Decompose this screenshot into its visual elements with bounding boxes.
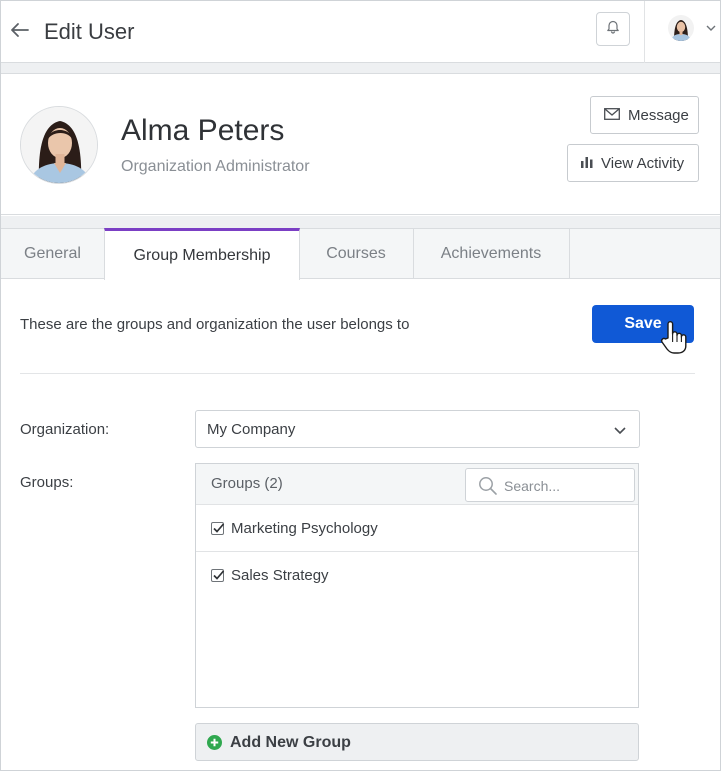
groups-panel-header: Groups (2): [196, 464, 638, 505]
group-search[interactable]: [465, 468, 635, 502]
bar-chart-icon: [581, 155, 601, 172]
add-circle-icon: [207, 735, 222, 755]
add-new-group-button[interactable]: Add New Group: [195, 723, 639, 761]
divider: [20, 373, 695, 374]
user-role: Organization Administrator: [121, 158, 310, 175]
group-checkbox[interactable]: [211, 522, 225, 535]
tab-achievements[interactable]: Achievements: [413, 228, 570, 279]
account-avatar[interactable]: [668, 15, 694, 41]
group-checkbox[interactable]: [211, 569, 225, 582]
add-new-group-label: Add New Group: [230, 734, 351, 751]
section-description: These are the groups and organization th…: [20, 316, 410, 333]
tab-bar: General Group Membership Courses Achieve…: [1, 228, 720, 280]
chevron-down-icon: [613, 423, 627, 442]
top-bar: Edit User: [1, 1, 720, 63]
tab-group-membership[interactable]: Group Membership: [104, 228, 300, 280]
user-name: Alma Peters: [121, 114, 285, 147]
account-menu-chevron-icon[interactable]: [705, 21, 717, 33]
view-activity-label: View Activity: [601, 154, 685, 172]
topbar-divider: [644, 1, 645, 63]
group-list-item[interactable]: Sales Strategy: [196, 552, 638, 599]
separator-band: [1, 63, 720, 73]
message-button[interactable]: Message: [590, 96, 699, 134]
checkmark-icon: [213, 570, 225, 580]
notifications-button[interactable]: [596, 12, 630, 46]
envelope-icon: [604, 107, 628, 124]
organization-label: Organization:: [20, 421, 110, 438]
organization-value: My Company: [207, 421, 296, 438]
message-button-label: Message: [628, 106, 689, 124]
tab-courses[interactable]: Courses: [299, 228, 414, 279]
checkmark-icon: [213, 523, 225, 533]
bell-icon: [606, 19, 620, 39]
groups-label: Groups:: [20, 474, 74, 491]
group-list-item[interactable]: Marketing Psychology: [196, 505, 638, 552]
groups-panel: Groups (2) Marketing Psychology: [195, 463, 639, 708]
back-arrow-icon[interactable]: [9, 19, 31, 41]
groups-count-title: Groups (2): [211, 475, 283, 492]
page-title: Edit User: [44, 19, 135, 44]
user-avatar: [20, 106, 98, 184]
app-window: Edit User Alma Peters Organization Admin…: [0, 0, 721, 771]
organization-select[interactable]: My Company: [195, 410, 640, 448]
hand-pointer-icon: [659, 319, 689, 355]
separator-band: [1, 216, 720, 228]
view-activity-button[interactable]: View Activity: [567, 144, 699, 182]
group-name: Marketing Psychology: [231, 520, 378, 537]
profile-card: Alma Peters Organization Administrator M…: [1, 73, 720, 215]
tab-general[interactable]: General: [1, 228, 105, 279]
group-name: Sales Strategy: [231, 567, 329, 584]
group-search-input[interactable]: [504, 475, 630, 497]
